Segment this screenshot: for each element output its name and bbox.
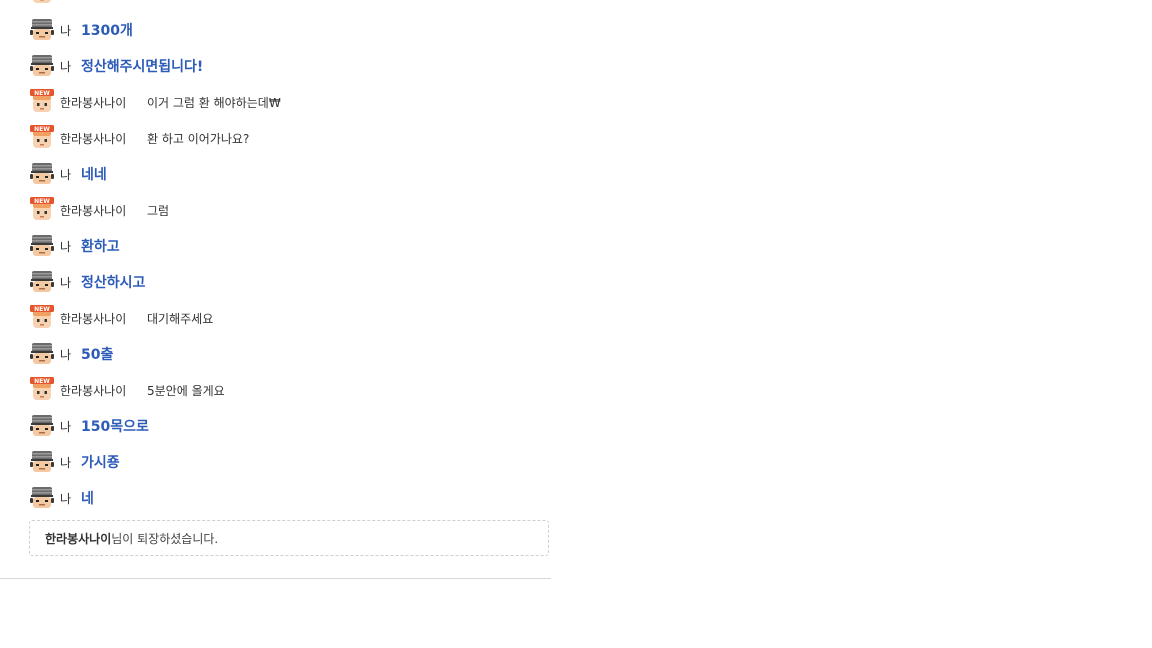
speaker-name: 나 (60, 347, 72, 362)
other-message: 한라봉사나이 환 하고 이어가나요? (29, 125, 249, 151)
system-notice: 한라봉사나이 님이 퇴장하셨습니다. (29, 520, 549, 556)
message-text: 대기해주세요 (147, 311, 214, 326)
other-message: 한라봉사나이 5분안에 올게요 (29, 377, 225, 403)
speaker-name: 한라봉사나이 (60, 311, 127, 326)
soldier-avatar-icon (29, 341, 55, 367)
my-message: 나 정산해주시면됩니다! (29, 53, 203, 79)
soldier-avatar-icon (29, 485, 55, 511)
my-message: 나네 (29, 485, 94, 511)
message-text: 환하고 (81, 239, 120, 255)
my-message: 나 1300개 (29, 17, 133, 43)
speaker-name: 나 (60, 275, 72, 290)
message-text: 1300개 (81, 23, 133, 39)
message-text: 네 (81, 491, 94, 507)
speaker-name: 나 (60, 167, 72, 182)
speaker-name: 나 (60, 59, 72, 74)
new-user-avatar-icon (29, 305, 55, 331)
message-text: 이거 그럼 환 해야하는데₩ (147, 95, 281, 110)
speaker-name: 한라봉사나이 (60, 95, 127, 110)
message-text: 네네 (81, 167, 107, 183)
message-text: 5분안에 올게요 (147, 383, 225, 398)
soldier-avatar-icon (29, 161, 55, 187)
speaker-name: 한라봉사나이 (60, 383, 127, 398)
my-message: 나 네네 (29, 161, 107, 187)
my-message: 나 환하고 (29, 233, 120, 259)
soldier-avatar-icon (29, 17, 55, 43)
soldier-avatar-icon (29, 233, 55, 259)
notice-nickname: 한라봉사나이 (45, 531, 112, 546)
message-text: 그럼 (147, 203, 170, 218)
speaker-name: 나 (60, 23, 72, 38)
speaker-name: 한라봉사나이 (60, 203, 127, 218)
new-user-avatar-icon (29, 197, 55, 223)
other-message: 한라봉사나이 이거 그럼 환 해야하는데₩ (29, 89, 281, 115)
message-text: 가시죵 (81, 455, 120, 471)
other-message: 한라봉사나이 그럼 (29, 197, 169, 223)
soldier-avatar-icon (29, 269, 55, 295)
new-user-avatar-icon (29, 377, 55, 403)
soldier-avatar-icon (29, 413, 55, 439)
soldier-avatar-icon (29, 53, 55, 79)
message-text: 50출 (81, 347, 114, 363)
speaker-name: 나 (60, 455, 72, 470)
my-message: 나 정산하시고 (29, 269, 145, 295)
soldier-avatar-icon (29, 449, 55, 475)
new-user-avatar-icon (29, 125, 55, 151)
speaker-name: 한라봉사나이 (60, 131, 127, 146)
speaker-name: 나 (60, 491, 72, 506)
speaker-name: 나 (60, 419, 72, 434)
my-message: 나 150목으로 (29, 413, 149, 439)
new-user-avatar-icon (29, 89, 55, 115)
notice-text: 님이 퇴장하셨습니다. (111, 531, 219, 546)
chat-panel: 나 1300개 나 정산해주시면됩니다! 한라봉사나이 이거 그럼 환 해야하는데₩ 한라봉… (0, 0, 551, 579)
new-user-avatar-icon (29, 0, 55, 6)
message-text: 150목으로 (81, 419, 149, 435)
message-text: 환 하고 이어가나요? (147, 131, 250, 146)
speaker-name: 나 (60, 239, 72, 254)
my-message: 나 50출 (29, 341, 113, 367)
message-text: 정산해주시면됩니다! (81, 59, 204, 75)
my-message: 나 가시죵 (29, 449, 120, 475)
other-message: 한라봉사나이 대기해주세요 (29, 305, 213, 331)
message-text: 정산하시고 (81, 275, 146, 291)
